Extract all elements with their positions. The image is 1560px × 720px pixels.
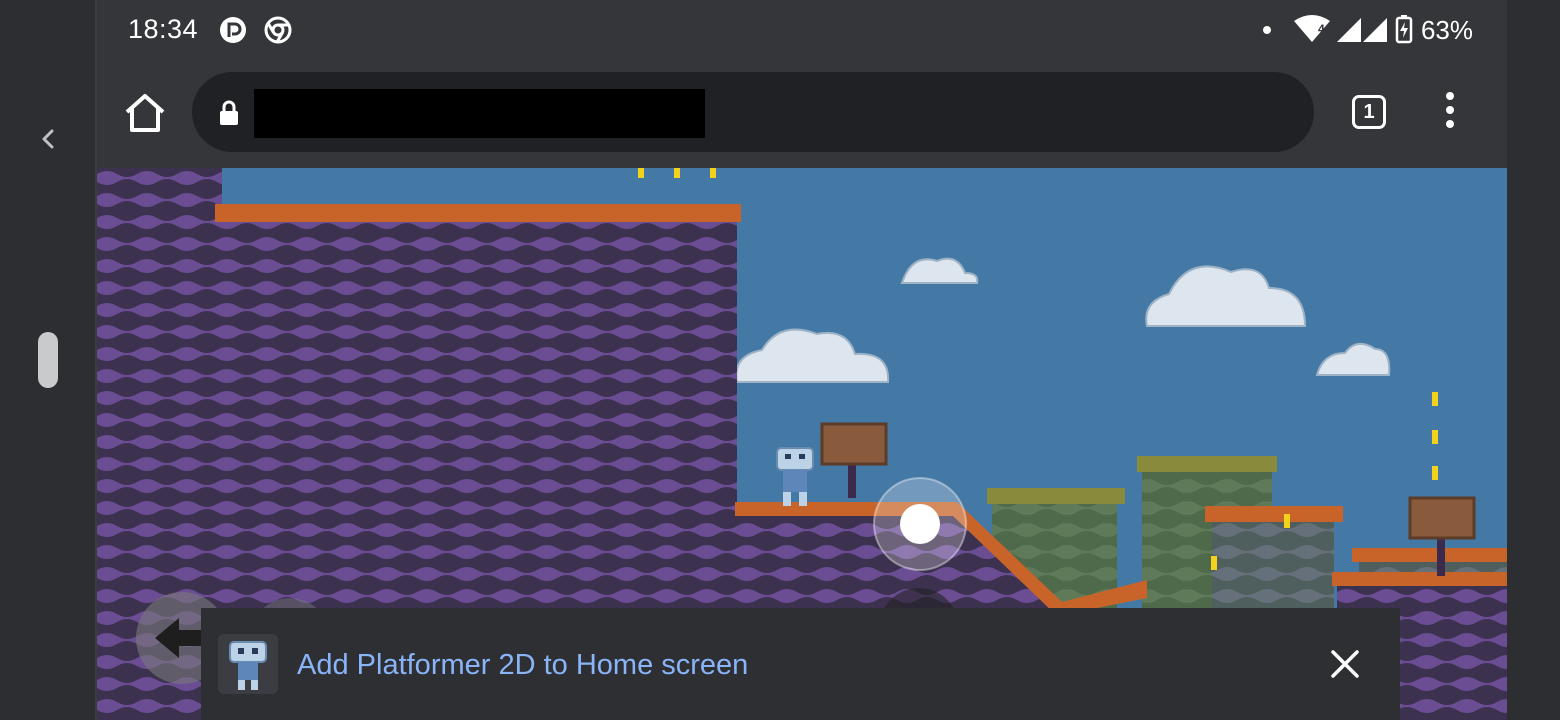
address-bar[interactable]: [192, 72, 1314, 152]
browser-toolbar: 1: [97, 60, 1507, 168]
signal-icon: [1337, 18, 1361, 42]
overflow-menu-icon[interactable]: [1442, 92, 1458, 134]
chrome-icon: [264, 16, 292, 44]
tab-switcher-icon[interactable]: 1: [1352, 95, 1386, 129]
grass-top: [987, 488, 1125, 504]
close-icon[interactable]: [1329, 648, 1361, 680]
status-bar: 18:34 4 63%: [97, 0, 1507, 60]
lock-icon[interactable]: [218, 100, 240, 126]
chevron-left-icon[interactable]: [34, 124, 62, 154]
battery-charging-icon: [1395, 15, 1413, 44]
side-navigation-rail: [0, 0, 95, 720]
pocket-casts-icon: [220, 17, 246, 43]
grass-top: [1352, 548, 1507, 562]
notification-dot-icon: [1263, 26, 1271, 34]
app-robot-icon: [218, 634, 278, 694]
jump-joystick-control: [873, 477, 967, 571]
grass-top: [1205, 506, 1343, 522]
add-to-home-link[interactable]: Add Platformer 2D to Home screen: [297, 649, 748, 682]
url-redacted: [254, 89, 705, 138]
rail-drag-handle[interactable]: [38, 332, 58, 388]
signal-icon: [1363, 18, 1387, 42]
status-time: 18:34: [128, 14, 199, 44]
grass-top: [1332, 572, 1507, 586]
tab-count: 1: [1363, 101, 1375, 123]
home-icon[interactable]: [123, 92, 167, 134]
network-badge: 4: [1318, 22, 1325, 36]
battery-percent: 63%: [1420, 15, 1473, 45]
right-edge-strip: [1507, 0, 1560, 720]
grass-top: [1137, 456, 1277, 472]
wifi-icon: [1294, 15, 1330, 42]
add-to-home-banner: Add Platformer 2D to Home screen: [201, 608, 1400, 720]
grass-ledge: [215, 204, 741, 222]
